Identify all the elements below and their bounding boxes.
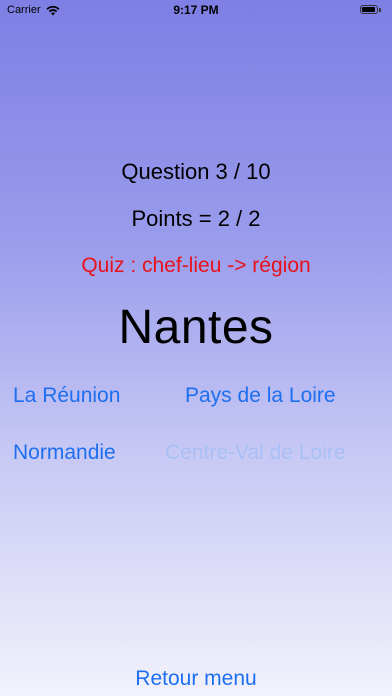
answer-button-1[interactable]: La Réunion — [13, 384, 120, 408]
answer-button-4: Centre-Val de Loire — [165, 441, 346, 464]
status-time: 9:17 PM — [173, 3, 219, 17]
back-to-menu-button[interactable]: Retour menu — [0, 667, 392, 691]
points-score: Points = 2 / 2 — [131, 206, 261, 231]
battery-icon — [360, 5, 382, 15]
city-name: Nantes — [118, 301, 274, 354]
answer-button-2[interactable]: Pays de la Loire — [185, 384, 336, 408]
answer-button-3[interactable]: Normandie — [13, 441, 116, 465]
status-bar: Carrier 9:17 PM — [0, 0, 392, 22]
battery-fill — [362, 7, 375, 12]
battery-cap — [379, 8, 381, 12]
question-counter: Question 3 / 10 — [121, 159, 271, 184]
quiz-type-label: Quiz : chef-lieu -> région — [81, 254, 311, 277]
